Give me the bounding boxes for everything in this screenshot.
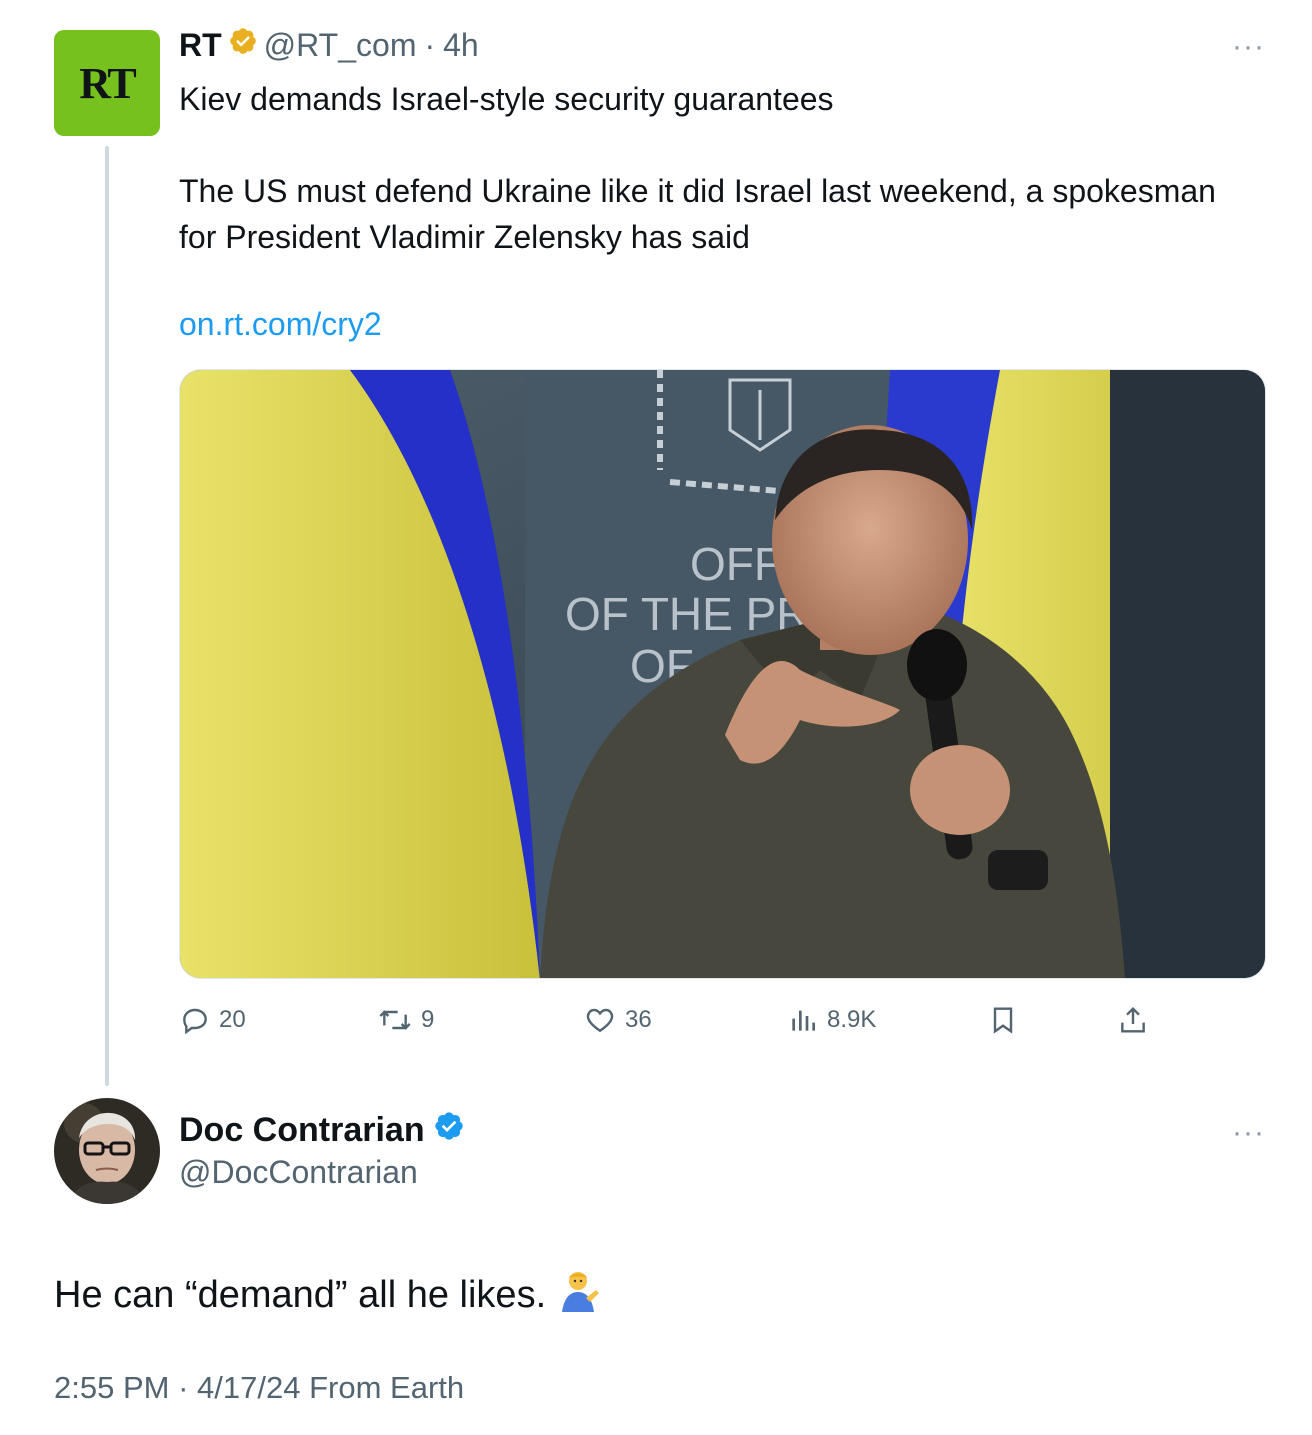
views-action[interactable]: 8.9K — [787, 1000, 876, 1040]
avatar-portrait — [54, 1098, 160, 1204]
verified-blue-badge-icon — [433, 1110, 465, 1151]
thread-connector-line — [105, 146, 109, 1086]
reply-metadata: 2:55 PM · 4/17/24 From Earth — [54, 1370, 464, 1406]
reply-more-options-icon[interactable]: ··· — [1232, 1116, 1265, 1150]
quoted-tweet-link[interactable]: on.rt.com/cry2 — [179, 306, 382, 343]
repost-count: 9 — [421, 1006, 435, 1033]
reply-author-handle[interactable]: @DocContrarian — [179, 1154, 418, 1191]
quoted-author-name[interactable]: RT — [179, 27, 222, 64]
reply-timestamp[interactable]: 2:55 PM — [54, 1370, 169, 1405]
views-count: 8.9K — [827, 1006, 877, 1033]
bookmark-action[interactable] — [987, 1000, 1019, 1040]
heart-icon — [583, 1004, 617, 1036]
share-action[interactable] — [1117, 1000, 1149, 1040]
rt-avatar[interactable]: RT — [54, 30, 160, 136]
quoted-tweet-headline: Kiev demands Israel-style security guara… — [179, 81, 834, 117]
reply-count: 20 — [219, 1006, 246, 1033]
header-separator: · — [424, 26, 436, 63]
reply-author-name[interactable]: Doc Contrarian — [179, 1111, 425, 1150]
reply-text-body: He can “demand” all he likes. — [54, 1273, 547, 1316]
reply-author: Doc Contrarian — [179, 1110, 465, 1151]
quoted-tweet-time[interactable]: 4h — [443, 27, 479, 64]
reply-source: From Earth — [309, 1370, 465, 1405]
meta-separator: · — [178, 1370, 189, 1405]
repost-icon — [377, 1004, 413, 1036]
person-tipping-hand-emoji — [556, 1268, 600, 1322]
reply-icon — [179, 1004, 211, 1036]
reply-action[interactable]: 20 — [179, 1000, 246, 1040]
rt-avatar-logo: RT — [79, 58, 137, 108]
quoted-tweet-text: Kiev demands Israel-style security guara… — [179, 76, 1239, 260]
quoted-more-options-icon[interactable]: ··· — [1232, 30, 1265, 64]
share-icon — [1117, 1004, 1149, 1036]
repost-action[interactable]: 9 — [377, 1000, 434, 1040]
like-action[interactable]: 36 — [583, 1000, 652, 1040]
reply-text: He can “demand” all he likes. — [54, 1268, 600, 1322]
like-count: 36 — [625, 1006, 652, 1033]
bookmark-icon — [987, 1004, 1019, 1036]
quoted-tweet-header: RT @RT_com · 4h — [179, 26, 479, 64]
views-chart-icon — [787, 1004, 819, 1036]
quoted-tweet-actions: 20 9 36 8.9K — [179, 1000, 1266, 1040]
quoted-tweet-body: The US must defend Ukraine like it did I… — [179, 173, 1216, 255]
quoted-author-handle[interactable]: @RT_com — [264, 27, 417, 64]
verified-gold-badge-icon — [228, 26, 258, 64]
tweet-media-image[interactable]: OFFIC OF THE PRE OF — [179, 369, 1266, 979]
media-photo: OFFIC OF THE PRE OF — [180, 370, 1265, 978]
doc-contrarian-avatar[interactable] — [54, 1098, 160, 1204]
reply-date[interactable]: 4/17/24 — [197, 1370, 300, 1405]
